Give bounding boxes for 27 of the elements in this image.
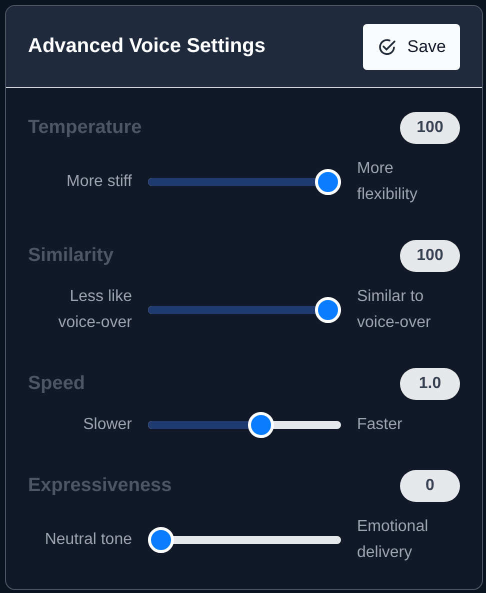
slider[interactable] bbox=[148, 297, 341, 323]
slider-thumb[interactable] bbox=[315, 169, 341, 195]
min-label: Slower bbox=[83, 415, 132, 435]
value-badge: 100 bbox=[400, 240, 460, 272]
min-label: Less like voice-over bbox=[57, 287, 132, 333]
max-label: Emotional delivery bbox=[357, 517, 430, 563]
max-label: More flexibility bbox=[357, 159, 418, 205]
slider[interactable] bbox=[148, 527, 341, 553]
value-badge: 1.0 bbox=[400, 368, 460, 400]
setting-title: Speed bbox=[28, 373, 86, 395]
slider-thumb[interactable] bbox=[248, 412, 274, 438]
slider-thumb[interactable] bbox=[148, 527, 174, 553]
setting-title: Similarity bbox=[28, 245, 114, 267]
setting-title: Expressiveness bbox=[28, 475, 172, 497]
value-badge: 100 bbox=[400, 112, 460, 144]
value-badge: 0 bbox=[400, 470, 460, 502]
max-label: Similar to voice-over bbox=[357, 287, 432, 333]
slider-thumb[interactable] bbox=[315, 297, 341, 323]
max-label: Faster bbox=[357, 415, 402, 435]
save-button[interactable]: Save bbox=[363, 24, 460, 70]
slider[interactable] bbox=[148, 412, 341, 438]
min-label: Neutral tone bbox=[44, 530, 132, 550]
min-label: More stiff bbox=[66, 172, 132, 192]
slider[interactable] bbox=[148, 169, 341, 195]
setting-title: Temperature bbox=[28, 117, 142, 139]
check-circle-icon bbox=[377, 36, 398, 56]
panel-title: Advanced Voice Settings bbox=[28, 35, 266, 58]
